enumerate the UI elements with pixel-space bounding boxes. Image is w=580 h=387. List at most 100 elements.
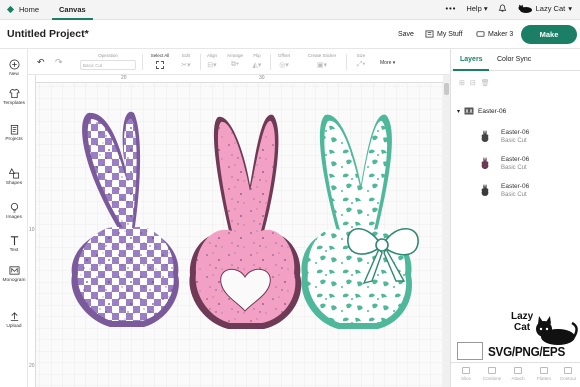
help-label: Help: [466, 4, 482, 13]
sidebar-item-projects[interactable]: Projects: [0, 124, 28, 142]
sidebar-item-text[interactable]: Text: [0, 235, 28, 253]
sidebar-item-shapes[interactable]: Shapes: [0, 168, 28, 186]
project-title[interactable]: Untitled Project*: [7, 28, 89, 40]
flatten-button[interactable]: Flatten: [531, 367, 557, 381]
more-menu-icon[interactable]: •••: [445, 4, 456, 13]
sidebar-item-images[interactable]: Images: [0, 202, 28, 220]
flip-icon: ◭▾: [252, 62, 262, 69]
make-button[interactable]: Make: [521, 25, 577, 44]
attach-label: Attach: [511, 376, 525, 381]
sidebar-item-label: Shapes: [5, 181, 23, 186]
more-button[interactable]: More ▾: [380, 60, 395, 66]
select-all-icon: [156, 61, 164, 69]
machine-selector[interactable]: Maker 3: [476, 30, 513, 38]
sidebar-item-label: New: [9, 72, 19, 77]
delete-icon[interactable]: 🗑: [481, 80, 495, 87]
contour-icon: [564, 367, 572, 374]
combine-button[interactable]: Combine: [479, 367, 505, 381]
tab-layers[interactable]: Layers: [460, 56, 483, 63]
edit-toolbar: ↶ ↷ Operation Basic Cut Select All Edit …: [0, 49, 450, 75]
layer-thumbnail-icon: [481, 157, 489, 169]
layer-operation: Basic Cut: [501, 192, 527, 198]
cat-avatar-icon: [518, 4, 532, 13]
arrange-button[interactable]: Arrange ⧉▾: [224, 53, 246, 69]
sticker-icon: ▣▾: [316, 62, 328, 69]
my-stuff-button[interactable]: My Stuff: [425, 30, 463, 38]
offset-icon: ◎▾: [279, 62, 289, 69]
layer-bottom-actions: Slice Combine Attach Flatten Contour: [451, 362, 580, 387]
sidebar-item-label: Upload: [6, 324, 22, 329]
size-label: Size: [356, 53, 366, 58]
tab-color-sync[interactable]: Color Sync: [497, 56, 531, 63]
slice-label: Slice: [461, 376, 471, 381]
ungroup-icon[interactable]: ⊟: [470, 80, 481, 87]
machine-icon: [476, 31, 485, 37]
text-icon: [10, 236, 18, 246]
layer-group-row[interactable]: ▾ Easter-06: [457, 107, 506, 115]
shapes-icon: [8, 168, 19, 179]
create-sticker-button[interactable]: Create Sticker ▣▾: [304, 53, 340, 69]
sidebar-item-label: Monogram: [2, 278, 26, 283]
sidebar-item-upload[interactable]: Upload: [0, 311, 28, 329]
home-label: Home: [19, 5, 40, 14]
user-name: Lazy Cat: [535, 4, 566, 13]
active-tab-indicator: [453, 69, 489, 71]
redo-icon[interactable]: ↷: [55, 57, 63, 68]
folder-icon: [425, 30, 434, 38]
edit-button[interactable]: Edit ✂▾: [176, 53, 196, 69]
sidebar-item-templates[interactable]: Templates: [0, 88, 28, 106]
flip-button[interactable]: Flip ◭▾: [250, 53, 264, 69]
offset-button[interactable]: Offset ◎▾: [275, 53, 293, 69]
scissors-icon: ✂▾: [181, 62, 191, 69]
operation-dropdown[interactable]: Operation Basic Cut: [80, 53, 136, 70]
monogram-icon: [9, 266, 19, 275]
group-thumbnail-icon: [464, 107, 474, 115]
create-sticker-label: Create Sticker: [307, 53, 337, 58]
edit-label: Edit: [182, 53, 190, 58]
scrollbar-thumb[interactable]: [444, 83, 449, 95]
toolbar-divider: [270, 54, 271, 70]
ruler-mark: 20: [121, 75, 127, 81]
size-button[interactable]: Size ⤢▾: [352, 53, 370, 69]
slice-button[interactable]: Slice: [453, 367, 479, 381]
save-button[interactable]: Save: [398, 31, 414, 38]
design-canvas[interactable]: [28, 75, 450, 387]
lazy-cat-logo: Lazy Cat: [508, 311, 578, 347]
vertical-ruler: 10 20: [28, 75, 36, 387]
my-stuff-label: My Stuff: [437, 30, 463, 38]
chevron-down-icon[interactable]: ▾: [457, 108, 460, 115]
panel-tabs: Layers Color Sync: [451, 49, 580, 71]
blank-canvas-swatch[interactable]: [457, 342, 483, 360]
undo-icon[interactable]: ↶: [37, 57, 45, 68]
machine-label: Maker 3: [488, 30, 514, 38]
canvas-tab[interactable]: Canvas: [52, 0, 93, 20]
bell-icon[interactable]: [498, 4, 507, 13]
bulb-icon: [10, 202, 18, 213]
attach-icon: [514, 367, 522, 374]
layer-thumbnail-icon: [481, 130, 489, 142]
align-button[interactable]: Align ⊟▾: [204, 53, 220, 69]
select-all-button[interactable]: Select All: [148, 53, 172, 69]
help-menu[interactable]: Help ▾: [466, 4, 487, 13]
sidebar-item-new[interactable]: New: [0, 59, 28, 77]
canvas-grid: [28, 75, 450, 387]
clipboard-icon: [10, 124, 18, 135]
contour-button[interactable]: Contour: [555, 367, 580, 381]
user-menu[interactable]: Lazy Cat ▾: [517, 4, 572, 13]
attach-button[interactable]: Attach: [505, 367, 531, 381]
sidebar-item-monogram[interactable]: Monogram: [0, 265, 28, 283]
layer-thumbnail-icon: [481, 184, 489, 196]
sidebar-item-label: Projects: [5, 137, 23, 142]
sidebar-item-label: Text: [9, 248, 19, 253]
offset-label: Offset: [278, 53, 290, 58]
select-all-label: Select All: [150, 53, 170, 58]
group-name: Easter-06: [478, 107, 507, 115]
operation-label: Operation: [98, 53, 118, 58]
arrange-icon: ⧉▾: [231, 61, 239, 68]
arrange-label: Arrange: [226, 53, 243, 58]
home-link[interactable]: Home: [6, 5, 39, 14]
design-space-window: Home Canvas ••• Help ▾ Lazy Cat ▾ Untitl…: [0, 0, 580, 387]
canvas-scrollbar[interactable]: [443, 75, 450, 387]
group-icon[interactable]: ⊞: [459, 80, 470, 87]
layer-name: Easter-06: [501, 156, 530, 163]
